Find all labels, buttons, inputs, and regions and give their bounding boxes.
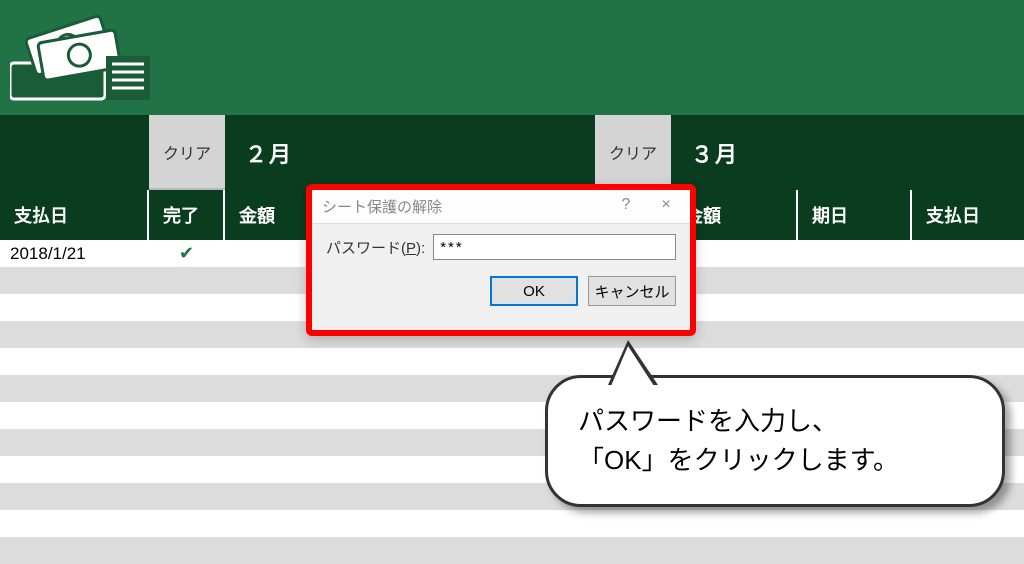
clear-button-mar[interactable]: クリア bbox=[595, 115, 671, 190]
callout-text: パスワードを入力し、 「OK」をクリックします。 bbox=[578, 402, 972, 480]
cell-pay-date[interactable]: 2018/1/21 bbox=[0, 240, 149, 267]
month-label-feb: ２月 bbox=[225, 115, 595, 190]
col-done-1: 完了 bbox=[149, 190, 225, 240]
dialog-body: パスワード(P): bbox=[312, 224, 690, 270]
dialog-title-text: シート保護の解除 bbox=[322, 196, 442, 217]
password-input[interactable] bbox=[433, 234, 676, 260]
table-row[interactable] bbox=[0, 510, 1024, 537]
table-row[interactable] bbox=[0, 537, 1024, 564]
col-pay-date-1: 支払日 bbox=[0, 190, 149, 240]
money-bills-icon bbox=[10, 8, 150, 103]
col-due-2: 期日 bbox=[798, 190, 912, 240]
dialog-help-icon[interactable]: ? bbox=[606, 190, 646, 220]
clear-button-feb[interactable]: クリア bbox=[149, 115, 225, 190]
month-label-mar: ３月 bbox=[671, 115, 1024, 190]
instruction-callout: パスワードを入力し、 「OK」をクリックします。 bbox=[545, 375, 1005, 507]
receipt-lines-icon bbox=[106, 56, 150, 100]
cell-pay-date-3[interactable] bbox=[912, 240, 1024, 267]
cell-done-check-icon[interactable]: ✔ bbox=[149, 240, 225, 267]
dialog-titlebar: シート保護の解除 ? × bbox=[312, 190, 690, 224]
table-row[interactable] bbox=[0, 348, 1024, 375]
password-label: パスワード(P): bbox=[326, 237, 425, 258]
dialog-close-icon[interactable]: × bbox=[646, 190, 686, 220]
ok-button[interactable]: OK bbox=[490, 276, 578, 306]
unprotect-sheet-dialog: シート保護の解除 ? × パスワード(P): OK キャンセル bbox=[306, 184, 696, 336]
cancel-button[interactable]: キャンセル bbox=[588, 276, 676, 306]
dialog-button-row: OK キャンセル bbox=[312, 270, 690, 316]
app-header bbox=[0, 0, 1024, 115]
cell-due-2[interactable] bbox=[798, 240, 912, 267]
col-pay-date-3: 支払日 bbox=[912, 190, 1024, 240]
month-row: クリア ２月 クリア ３月 bbox=[0, 115, 1024, 190]
month-spacer bbox=[0, 115, 149, 190]
